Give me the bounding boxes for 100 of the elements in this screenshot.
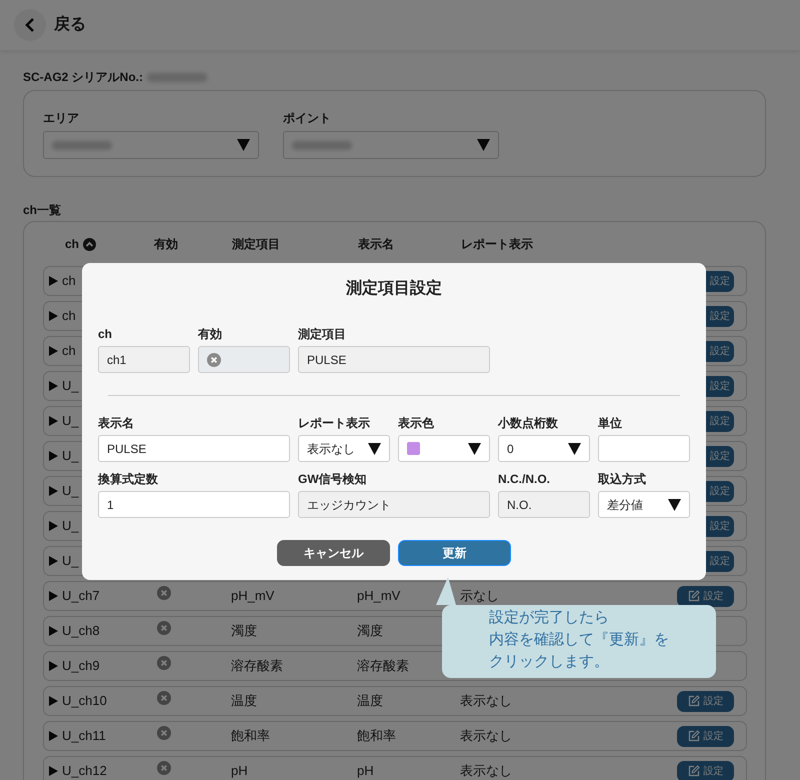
expand-icon [48,590,59,602]
report-text: 表示なし [460,693,512,708]
measurement-text: pH_mV [231,588,274,604]
filter-select[interactable] [43,131,259,159]
measurement-text: 濁度 [231,623,257,638]
display-name-text: pH [357,763,374,778]
field-label: 有効 [198,326,223,343]
channel-id: U_ch12 [62,762,107,780]
input-field[interactable]: 1 [98,491,290,518]
channel-id: U_ [62,447,79,466]
expand-icon [48,625,59,637]
settings-button[interactable]: 設定 [677,690,734,712]
channel-id: U_ch9 [62,657,100,676]
expand-icon [48,520,59,532]
edit-icon [688,730,700,742]
input-field[interactable]: PULSE [98,435,290,462]
filter-select[interactable] [283,131,499,159]
color-select[interactable] [398,435,490,462]
channel-id: ch [62,307,76,326]
field-label: 単位 [598,415,623,432]
back-label[interactable]: 戻る [54,13,86,37]
channel-row[interactable]: U_ch7 pH_mV pH_mV 示なし 設定 [43,581,747,611]
expand-icon [48,695,59,707]
channel-id: U_ [62,482,79,500]
expand-icon [48,485,59,497]
input-field[interactable] [598,435,690,462]
measurement-text: 飽和率 [231,728,270,744]
dialog-title: 測定項目設定 [346,280,442,297]
column-header[interactable]: ch [65,235,80,253]
column-header: レポート表示 [461,236,533,253]
expand-icon [48,730,59,742]
channel-id: U_ [62,517,79,536]
select-field[interactable]: 差分値 [598,491,690,518]
channel-id: U_ch11 [62,727,106,746]
field-label: 取込方式 [598,471,647,488]
report-text: 表示なし [460,763,512,778]
field-label: GW信号検知 [298,471,368,488]
caret-icon [668,498,681,512]
expand-icon [48,380,59,392]
channel-id: U_ [62,412,79,430]
update-button[interactable]: 更新 [398,540,511,566]
caret-icon [568,442,581,456]
expand-icon [48,765,59,777]
field-label: レポート表示 [298,415,371,432]
measurement-text: 温度 [231,693,257,708]
expand-icon [48,450,59,462]
caret-icon [477,138,490,152]
column-header: 測定項目 [232,236,280,253]
settings-button[interactable]: 設定 [677,760,734,780]
settings-button[interactable]: 設定 [677,726,734,746]
display-name-text: 溶存酸素 [357,658,409,674]
chevron-left-icon [24,17,36,33]
field-label: 小数点桁数 [498,415,559,432]
edit-icon [688,590,700,602]
channel-row[interactable]: U_ch11 飽和率 飽和率 表示なし 設定 [43,721,747,751]
expand-icon [48,275,59,287]
back-button[interactable] [14,9,46,41]
field-label: 測定項目 [298,326,347,343]
column-header: 表示名 [358,236,394,253]
channel-id: ch [62,342,76,360]
settings-button[interactable]: 設定 [677,586,734,606]
channel-row[interactable]: U_ch12 pH pH 表示なし 設定 [43,756,747,780]
readonly-field: エッジカウント [298,491,490,518]
display-name-text: 濁度 [357,623,383,638]
caret-icon [468,442,481,456]
field-label: 表示名 [98,415,135,432]
list-title: ch一覧 [23,202,62,219]
expand-icon [48,415,59,427]
field-label: ch [98,326,114,343]
channel-id: U_ [62,377,79,396]
expand-icon [48,345,59,357]
measurement-text: 溶存酸素 [231,658,283,674]
serial-label: SC-AG2 シリアルNo.: [23,69,143,86]
sort-icon [83,238,96,250]
channel-id: U_ [62,552,79,570]
display-name-text: 飽和率 [357,728,396,744]
filter-label: ポイント [283,110,332,127]
display-name-text: 温度 [357,693,383,708]
cancel-button[interactable]: キャンセル [277,540,390,566]
edit-icon [688,695,700,707]
field-label: 表示色 [398,415,435,432]
channel-id: U_ch7 [62,587,100,606]
caret-icon [368,442,381,456]
report-text: 表示なし [460,728,512,744]
expand-icon [48,310,59,322]
expand-icon [48,660,59,672]
select-field[interactable]: 表示なし [298,435,390,462]
readonly-field: PULSE [298,346,490,373]
field-label: N.C./N.O. [498,471,552,488]
readonly-field: ch1 [98,346,190,373]
channel-row[interactable]: U_ch10 温度 温度 表示なし 設定 [43,686,747,716]
readonly-field: N.O. [498,491,590,518]
channel-id: U_ch8 [62,622,100,640]
measurement-text: pH [231,763,248,778]
select-field[interactable]: 0 [498,435,590,462]
caret-icon [237,138,250,152]
display-name-text: pH_mV [357,588,400,604]
filter-label: エリア [43,110,80,127]
expand-icon [48,555,59,567]
channel-id: ch [62,272,76,290]
